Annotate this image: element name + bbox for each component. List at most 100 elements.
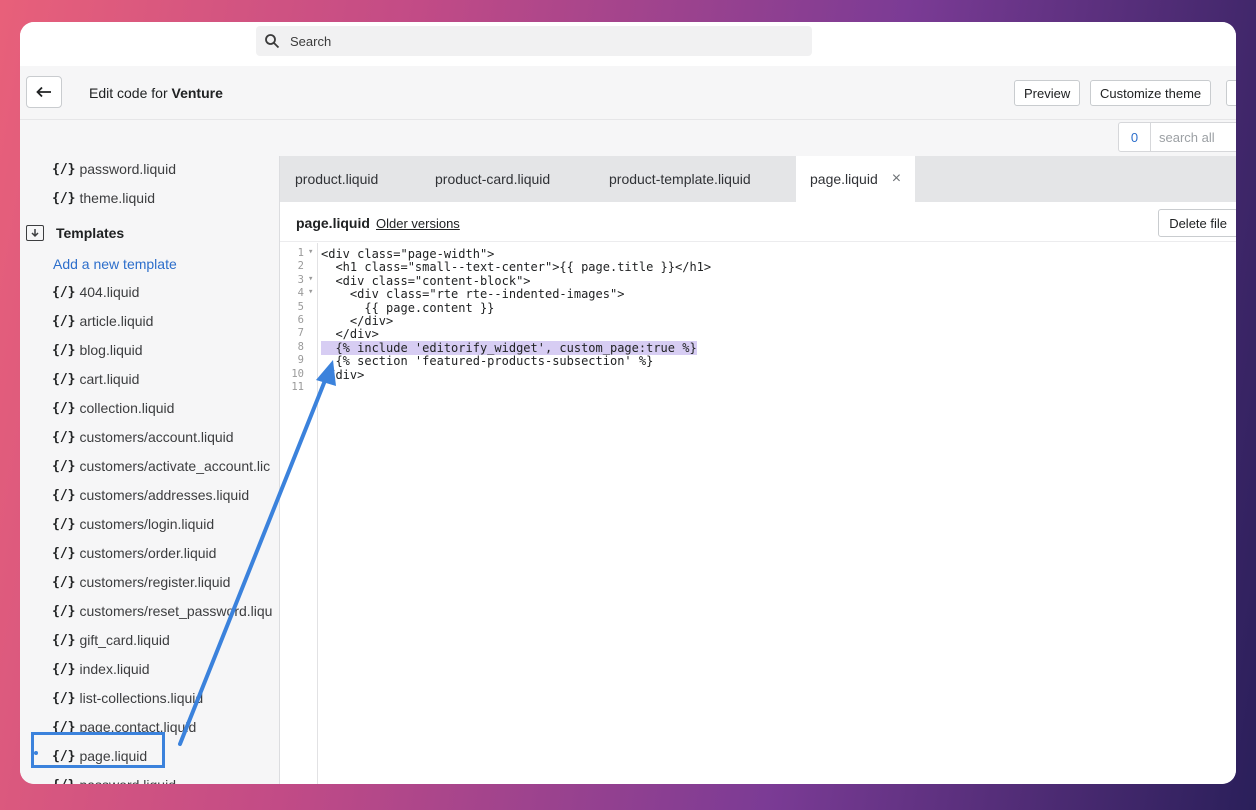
fold-arrow-icon[interactable]: ▾ xyxy=(308,274,313,284)
page-header: Edit code for Venture Preview Customize … xyxy=(20,68,1236,120)
liquid-file-icon: {/} xyxy=(52,371,76,387)
file-item[interactable]: {/} blog.liquid xyxy=(52,342,143,358)
tab-product[interactable]: product.liquid xyxy=(295,156,378,202)
code-line[interactable]: 4 ▾ <div class="rte rte--indented-images"… xyxy=(280,287,1236,301)
line-number: 6 xyxy=(297,314,304,326)
file-label: password.liquid xyxy=(79,161,176,177)
file-label: index.liquid xyxy=(79,661,150,677)
theme-name: Venture xyxy=(171,85,223,101)
file-item[interactable]: {/} customers/register.liquid xyxy=(52,574,230,590)
file-item[interactable]: {/} cart.liquid xyxy=(52,371,139,387)
liquid-file-icon: {/} xyxy=(52,487,76,503)
folder-templates[interactable]: Templates xyxy=(26,225,124,241)
line-number: 2 xyxy=(297,260,304,273)
file-label: 404.liquid xyxy=(79,284,140,300)
code-text: {% section 'featured-products-subsection… xyxy=(321,354,654,369)
line-number: 8 xyxy=(297,340,304,353)
editor-window: Search Edit code for Venture Preview Cus… xyxy=(20,22,1236,784)
file-label: customers/register.liquid xyxy=(79,574,231,590)
code-line[interactable]: 5 {{ page.content }} xyxy=(280,300,1236,315)
code-text: {{ page.content }} xyxy=(321,300,495,315)
file-item[interactable]: {/} list-collections.liquid xyxy=(52,690,203,706)
liquid-file-icon: {/} xyxy=(52,284,76,300)
back-button[interactable] xyxy=(26,76,62,108)
file-item[interactable]: {/} customers/activate_account.lic xyxy=(52,458,270,474)
folder-download-icon xyxy=(26,225,44,241)
code-text: <div class="page-width"> xyxy=(321,247,495,261)
file-label: customers/account.liquid xyxy=(79,429,234,445)
code-text: {% include 'editorify_widget', custom_pa… xyxy=(321,340,697,355)
code-text: </div> xyxy=(321,327,379,342)
search-input[interactable]: Search xyxy=(256,26,812,56)
fold-arrow-icon[interactable]: ▾ xyxy=(308,247,313,257)
file-label: password.liquid xyxy=(79,777,176,784)
more-actions-button[interactable] xyxy=(1226,80,1236,106)
file-item[interactable]: {/} customers/addresses.liquid xyxy=(52,487,249,503)
file-search[interactable]: 0 search all xyxy=(1118,122,1236,152)
file-item[interactable]: {/} theme.liquid xyxy=(52,190,155,206)
delete-file-button[interactable]: Delete file xyxy=(1158,209,1236,237)
file-label: cart.liquid xyxy=(79,371,140,387)
code-line[interactable]: 2 <h1 class="small--text-center">{{ page… xyxy=(280,260,1236,275)
highlight-box xyxy=(31,732,165,768)
file-item[interactable]: {/} customers/account.liquid xyxy=(52,429,234,445)
file-label: article.liquid xyxy=(79,313,154,329)
liquid-file-icon: {/} xyxy=(52,516,76,532)
code-line[interactable]: 10 </div> xyxy=(280,367,1236,382)
file-label: customers/addresses.liquid xyxy=(79,487,250,503)
code-editor[interactable]: page.liquid Older versions Delete file 1… xyxy=(280,202,1236,784)
file-item[interactable]: {/} 404.liquid xyxy=(52,284,139,300)
file-item[interactable]: {/}password.liquid xyxy=(52,161,176,177)
code-line[interactable]: 8 {% include 'editorify_widget', custom_… xyxy=(280,340,1236,355)
older-versions-link[interactable]: Older versions xyxy=(376,216,460,231)
tab-page[interactable]: page.liquid × xyxy=(796,156,916,202)
file-label: blog.liquid xyxy=(79,342,143,358)
match-count: 0 xyxy=(1119,123,1151,151)
tab-product-template[interactable]: product-template.liquid xyxy=(609,156,751,202)
liquid-file-icon: {/} xyxy=(52,342,76,358)
tab-product-card[interactable]: product-card.liquid xyxy=(435,156,550,202)
liquid-file-icon: {/} xyxy=(52,574,76,590)
file-item[interactable]: {/}password.liquid xyxy=(52,777,176,784)
close-icon[interactable]: × xyxy=(892,170,901,188)
file-label: gift_card.liquid xyxy=(79,632,170,648)
code-line[interactable]: 11 xyxy=(280,381,1236,394)
code-line[interactable]: 6 </div> xyxy=(280,314,1236,328)
folder-label: Templates xyxy=(56,225,125,241)
code-line[interactable]: 3 ▾ <div class="content-block"> xyxy=(280,273,1236,288)
line-number: 10 xyxy=(291,367,304,380)
code-line[interactable]: 1 ▾ <div class="page-width"> xyxy=(280,247,1236,261)
liquid-file-icon: {/} xyxy=(52,632,76,648)
code-text: <h1 class="small--text-center">{{ page.t… xyxy=(321,260,712,275)
file-item[interactable]: {/} customers/reset_password.liqu xyxy=(52,603,272,619)
file-item[interactable]: {/} customers/login.liquid xyxy=(52,516,214,532)
code-line[interactable]: 7 </div> xyxy=(280,327,1236,342)
liquid-file-icon: {/} xyxy=(52,400,76,416)
line-number: 4 xyxy=(297,287,304,300)
file-item[interactable]: {/} gift_card.liquid xyxy=(52,632,170,648)
preview-button[interactable]: Preview xyxy=(1014,80,1081,106)
tab-label: page.liquid xyxy=(810,171,878,187)
file-item[interactable]: {/} collection.liquid xyxy=(52,400,174,416)
fold-arrow-icon[interactable]: ▾ xyxy=(308,287,313,297)
liquid-file-icon: {/} xyxy=(52,429,76,445)
line-number: 5 xyxy=(297,300,304,313)
file-label: list-collections.liquid xyxy=(79,690,204,706)
file-item[interactable]: {/} article.liquid xyxy=(52,313,153,329)
search-all-input[interactable]: search all xyxy=(1151,123,1236,151)
file-label: customers/login.liquid xyxy=(79,516,215,532)
line-number: 3 xyxy=(297,273,304,286)
liquid-file-icon: {/} xyxy=(52,190,76,206)
liquid-file-icon: {/} xyxy=(52,458,76,474)
line-number: 7 xyxy=(297,327,304,340)
title-prefix: Edit code for xyxy=(89,85,172,101)
line-number: 11 xyxy=(291,381,304,393)
code-line[interactable]: 9 {% section 'featured-products-subsecti… xyxy=(280,354,1236,369)
file-item[interactable]: {/} customers/order.liquid xyxy=(52,545,216,561)
customize-theme-button[interactable]: Customize theme xyxy=(1090,80,1212,106)
file-tabs: product.liquid product-card.liquid produ… xyxy=(280,156,1236,202)
add-template-link[interactable]: Add a new template xyxy=(53,256,177,272)
file-item[interactable]: {/} index.liquid xyxy=(52,661,150,677)
line-number: 1 xyxy=(297,247,304,259)
liquid-file-icon: {/} xyxy=(52,603,76,619)
